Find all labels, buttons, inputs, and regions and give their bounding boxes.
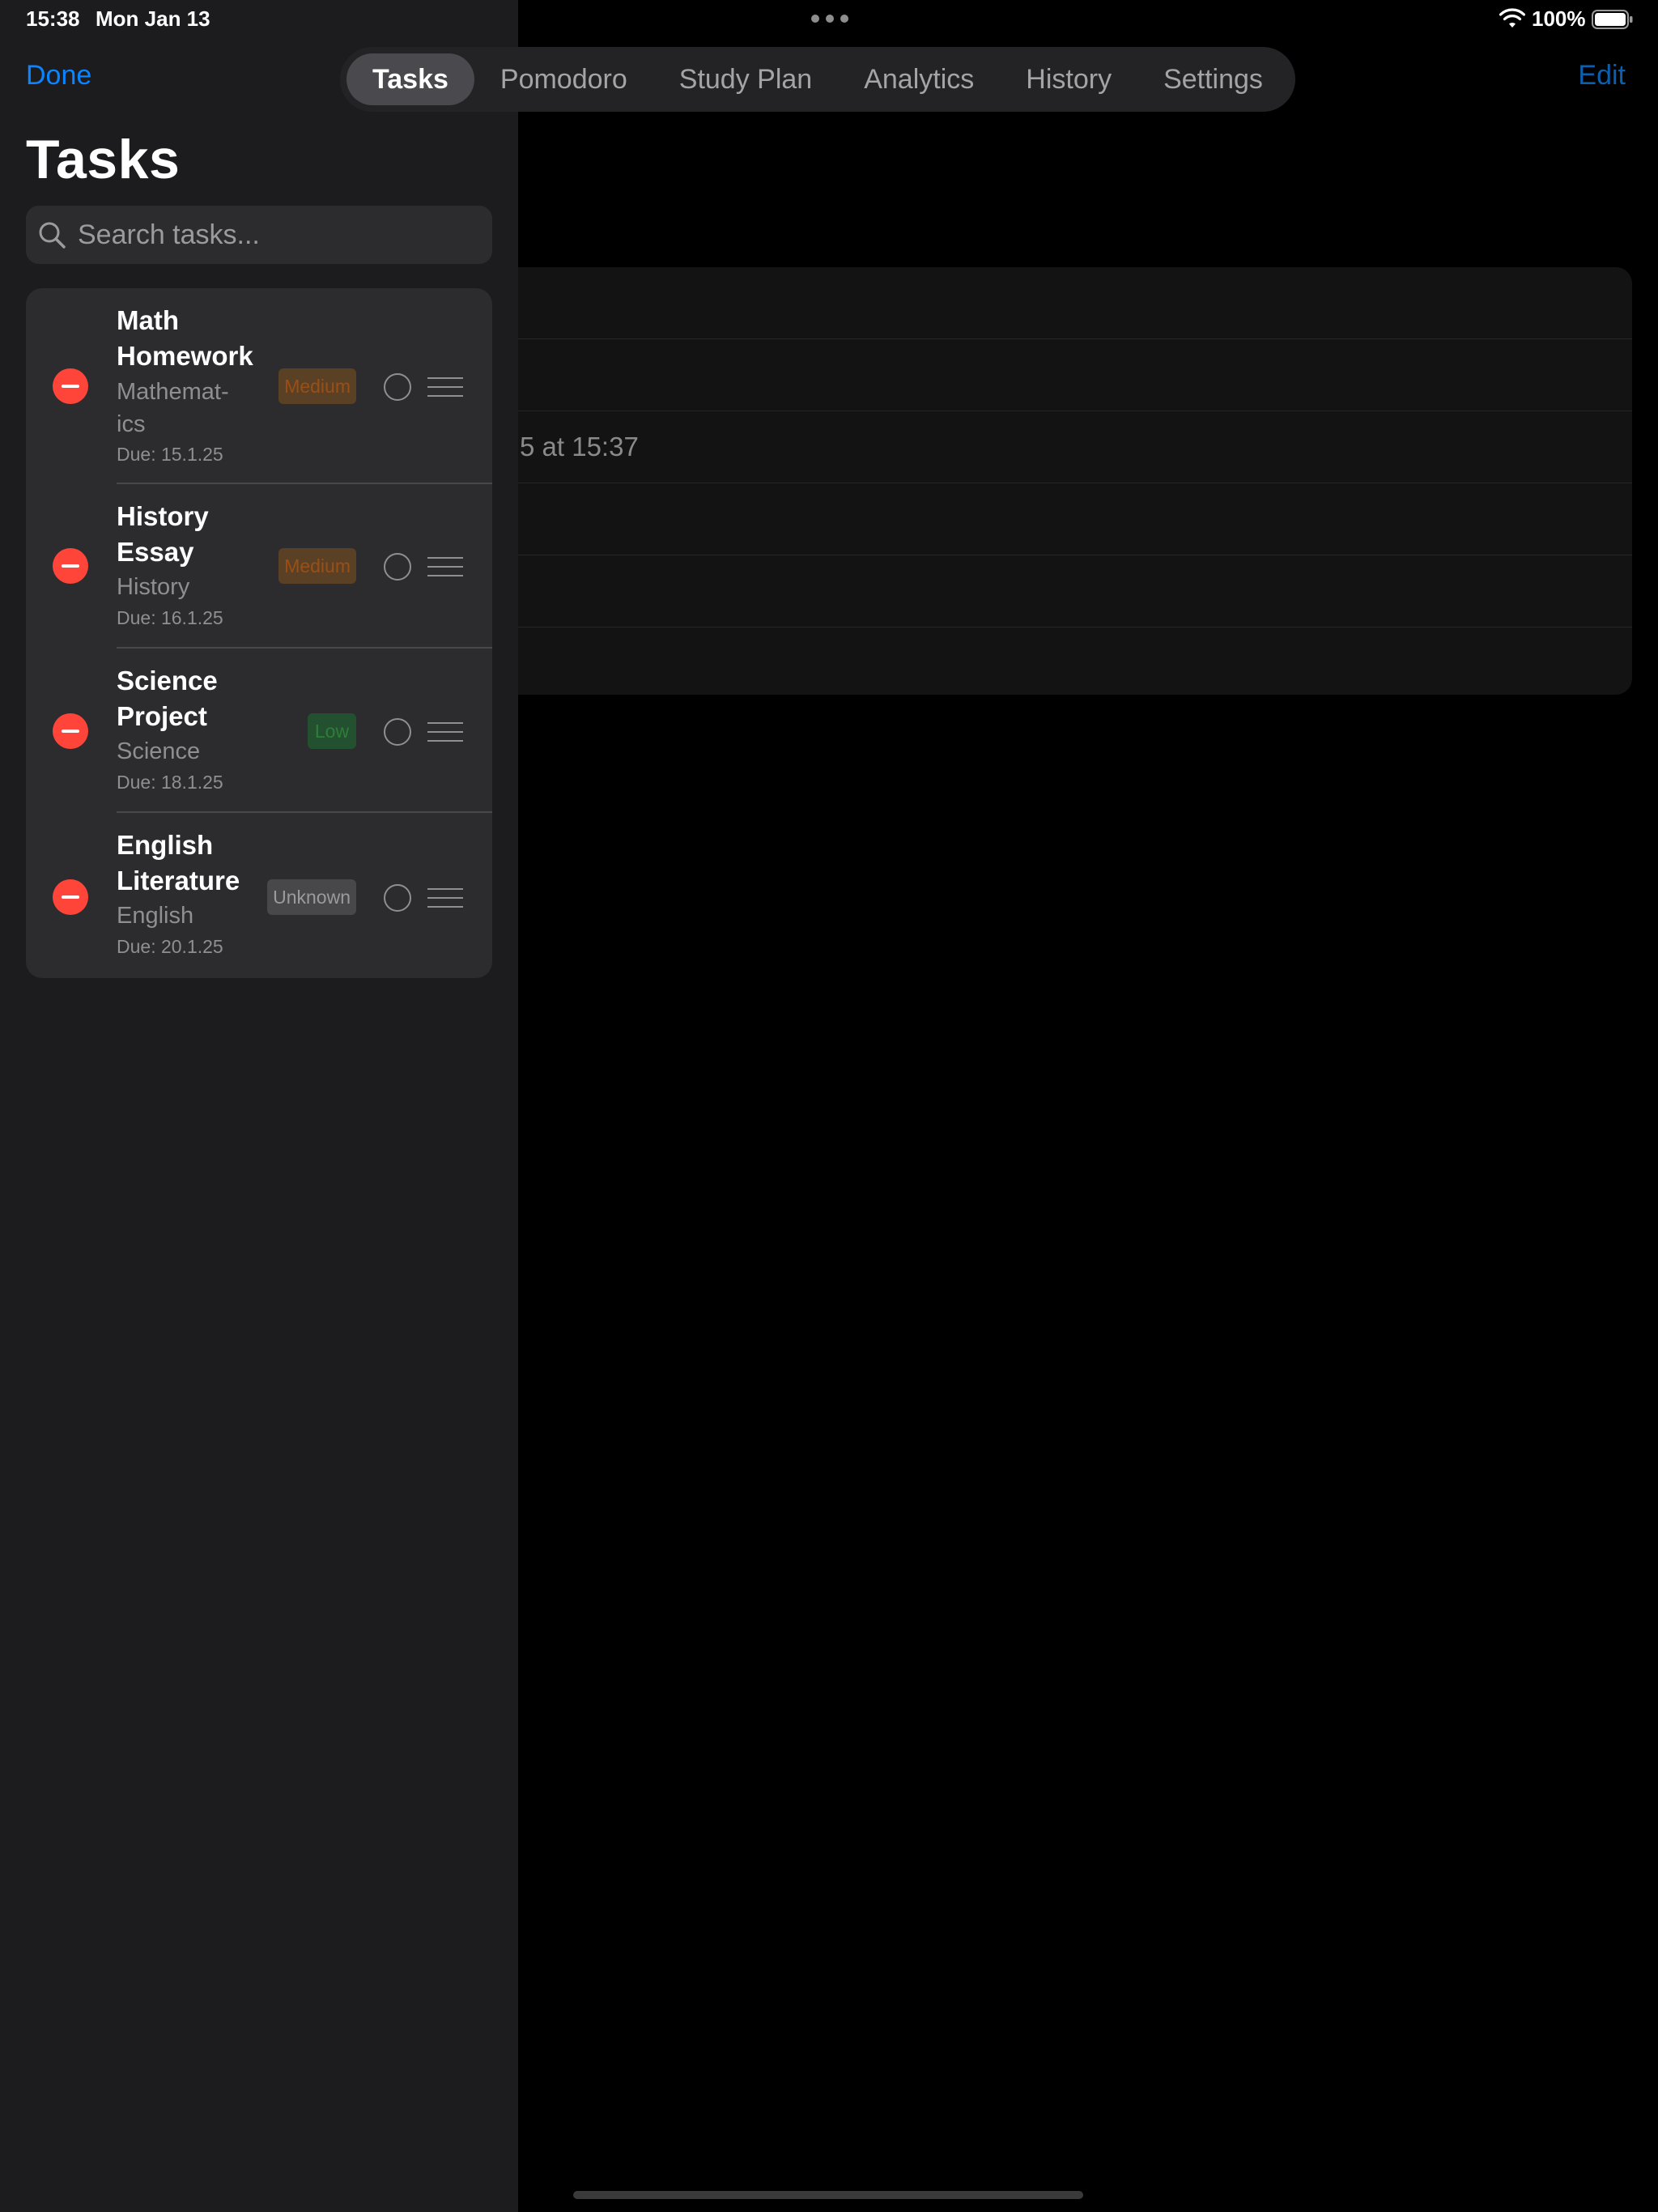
tab-tasks[interactable]: Tasks — [346, 53, 474, 105]
delete-minus-icon[interactable] — [53, 368, 88, 404]
task-subject: English — [117, 903, 194, 929]
tab-pomodoro[interactable]: Pomodoro — [474, 53, 653, 105]
reorder-handle-icon[interactable] — [427, 722, 463, 743]
task-row[interactable]: English Literature English Due: 20.1.25 … — [26, 813, 492, 978]
task-detail-card: 5 at 15:37 — [486, 267, 1632, 695]
edit-button[interactable]: Edit — [1578, 60, 1626, 91]
reorder-handle-icon[interactable] — [427, 888, 463, 909]
page-title: Tasks — [26, 129, 181, 190]
task-row[interactable]: History Essay History Due: 16.1.25 Mediu… — [26, 484, 492, 649]
status-bar: 15:38 Mon Jan 13 100% — [0, 0, 1658, 39]
priority-badge: Medium — [278, 548, 356, 584]
tab-analytics[interactable]: Analytics — [838, 53, 1000, 105]
status-time: 15:38 — [26, 6, 80, 31]
task-name: Science Project — [117, 666, 218, 731]
tab-bar: Tasks Pomodoro Study Plan Analytics Hist… — [340, 47, 1295, 112]
task-row[interactable]: Math Homework Mathemat-ics Due: 15.1.25 … — [26, 288, 492, 484]
task-list: Math Homework Mathemat-ics Due: 15.1.25 … — [26, 288, 492, 978]
complete-circle-icon[interactable] — [384, 884, 411, 912]
screen: 5 at 15:37 Tasks Math Homework Mathemat-… — [0, 0, 1658, 2212]
task-subject: Mathemat-ics — [117, 379, 229, 437]
task-subject: Science — [117, 738, 201, 764]
battery-percentage: 100% — [1532, 6, 1586, 31]
complete-circle-icon[interactable] — [384, 373, 411, 401]
complete-circle-icon[interactable] — [384, 718, 411, 746]
battery-icon — [1592, 10, 1633, 29]
tab-study-plan[interactable]: Study Plan — [653, 53, 838, 105]
task-name: History Essay — [117, 501, 209, 567]
reorder-handle-icon[interactable] — [427, 377, 463, 398]
tab-history[interactable]: History — [1000, 53, 1137, 105]
detail-row — [486, 339, 1632, 411]
done-button[interactable]: Done — [26, 60, 91, 91]
task-name: English Literature — [117, 830, 240, 895]
task-due-date: Due: 16.1.25 — [117, 607, 223, 628]
tab-settings[interactable]: Settings — [1137, 53, 1289, 105]
sidebar: Tasks Math Homework Mathemat-ics Due: 15… — [0, 0, 518, 2212]
task-row[interactable]: Science Project Science Due: 18.1.25 Low — [26, 649, 492, 813]
search-field[interactable] — [26, 206, 492, 264]
complete-circle-icon[interactable] — [384, 553, 411, 581]
priority-badge: Medium — [278, 368, 356, 404]
delete-minus-icon[interactable] — [53, 713, 88, 749]
task-due-date: Due: 18.1.25 — [117, 772, 223, 793]
detail-row: 5 at 15:37 — [486, 411, 1632, 483]
delete-minus-icon[interactable] — [53, 879, 88, 915]
search-icon — [39, 222, 66, 249]
reorder-handle-icon[interactable] — [427, 557, 463, 578]
task-subject: History — [117, 574, 190, 600]
task-due-date: Due: 20.1.25 — [117, 936, 223, 957]
home-indicator[interactable] — [573, 2191, 1083, 2199]
detail-row-text: 5 at 15:37 — [520, 432, 639, 462]
priority-badge: Low — [308, 713, 356, 749]
detail-row — [486, 483, 1632, 555]
status-date: Mon Jan 13 — [96, 6, 210, 31]
search-input[interactable] — [78, 206, 483, 264]
detail-row — [486, 555, 1632, 627]
delete-minus-icon[interactable] — [53, 548, 88, 584]
multitasking-dots-icon[interactable] — [811, 15, 848, 23]
detail-row — [486, 627, 1632, 695]
task-due-date: Due: 15.1.25 — [117, 444, 223, 465]
wifi-icon — [1499, 8, 1525, 28]
task-name: Math Homework — [117, 305, 253, 371]
detail-row — [486, 267, 1632, 339]
priority-badge: Unknown — [267, 879, 356, 915]
